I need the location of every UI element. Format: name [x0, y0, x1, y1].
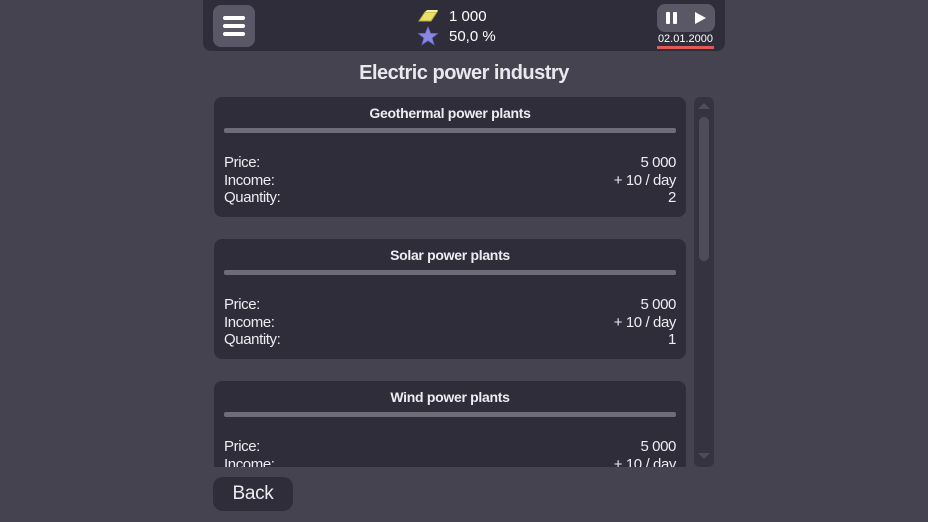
quantity-label: Quantity:	[224, 189, 281, 206]
scroll-down-arrow-icon[interactable]	[698, 453, 710, 459]
quantity-label: Quantity:	[224, 331, 281, 348]
price-row: Price: 5 000	[224, 154, 676, 172]
approval-stat: 50,0 %	[417, 25, 537, 46]
price-row: Price: 5 000	[224, 438, 676, 456]
pause-button[interactable]	[657, 4, 686, 32]
gold-bar-icon	[417, 6, 439, 26]
income-value: + 10 / day	[613, 314, 677, 331]
industry-list[interactable]: Geothermal power plants Price: 5 000 Inc…	[214, 97, 686, 467]
card-divider	[224, 270, 676, 275]
page-title: Electric power industry	[359, 62, 569, 84]
money-stat: 1 000	[417, 6, 537, 26]
time-controls	[657, 4, 715, 32]
approval-value: 50,0 %	[449, 27, 496, 45]
price-value: 5 000	[640, 296, 676, 313]
quantity-row: Quantity: 1	[224, 331, 676, 349]
scroll-up-arrow-icon[interactable]	[698, 103, 710, 109]
scrollbar[interactable]	[694, 97, 714, 467]
income-label: Income:	[224, 456, 275, 467]
price-label: Price:	[224, 296, 260, 313]
card-title: Wind power plants	[390, 389, 510, 405]
pause-icon	[666, 12, 677, 24]
card-divider	[224, 412, 676, 417]
game-date[interactable]: 02.01.2000	[656, 33, 714, 49]
play-button[interactable]	[686, 4, 715, 32]
income-value: + 10 / day	[613, 456, 677, 467]
price-label: Price:	[224, 154, 260, 171]
income-label: Income:	[224, 314, 275, 331]
top-bar: 1 000 50,0 % 02.01.2000	[203, 0, 725, 51]
card-title: Geothermal power plants	[369, 105, 531, 121]
back-button[interactable]: Back	[213, 477, 293, 511]
income-row: Income: + 10 / day	[224, 314, 676, 332]
industry-card-geothermal[interactable]: Geothermal power plants Price: 5 000 Inc…	[214, 97, 686, 217]
scroll-thumb[interactable]	[699, 117, 709, 261]
star-icon	[417, 25, 439, 46]
price-label: Price:	[224, 438, 260, 455]
industry-card-solar[interactable]: Solar power plants Price: 5 000 Income: …	[214, 239, 686, 359]
menu-button[interactable]	[213, 5, 255, 47]
play-icon	[695, 12, 706, 24]
income-row: Income: + 10 / day	[224, 456, 676, 467]
quantity-value: 1	[668, 331, 676, 348]
card-divider	[224, 128, 676, 133]
price-value: 5 000	[640, 438, 676, 455]
income-value: + 10 / day	[613, 172, 677, 189]
card-title: Solar power plants	[390, 247, 510, 263]
income-row: Income: + 10 / day	[224, 172, 676, 190]
price-value: 5 000	[640, 154, 676, 171]
resource-stats: 1 000 50,0 %	[417, 6, 537, 46]
money-value: 1 000	[449, 7, 487, 25]
quantity-row: Quantity: 2	[224, 189, 676, 207]
industry-card-wind[interactable]: Wind power plants Price: 5 000 Income: +…	[214, 381, 686, 467]
quantity-value: 2	[668, 189, 676, 206]
price-row: Price: 5 000	[224, 296, 676, 314]
income-label: Income:	[224, 172, 275, 189]
